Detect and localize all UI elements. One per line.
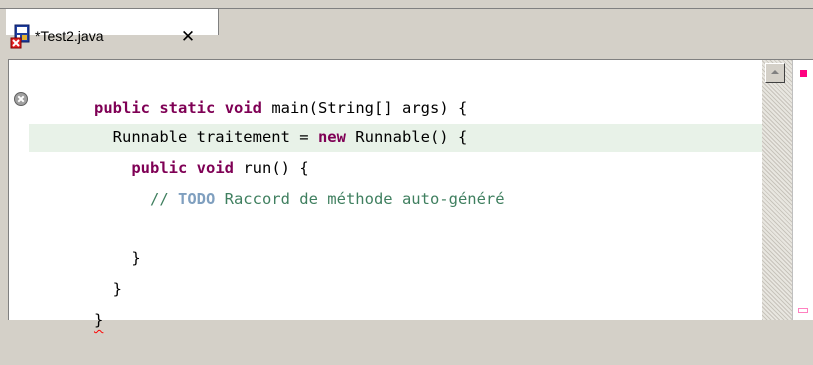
comment-text: Raccord de méthode auto-généré [215, 190, 505, 208]
close-icon[interactable]: ✕ [176, 27, 200, 47]
chevron-up-icon [771, 70, 779, 74]
keyword-new: new [317, 128, 346, 146]
code-line-7[interactable]: } [38, 244, 122, 298]
tab-title[interactable]: *Test2.java [35, 27, 103, 45]
overview-annotation-marker[interactable] [798, 308, 808, 313]
scroll-up-button[interactable] [765, 63, 785, 83]
code-text: Runnable() { [345, 128, 468, 146]
overview-ruler[interactable] [792, 60, 813, 320]
java-file-error-icon [10, 24, 30, 49]
editor-window: *Test2.java ✕ public static void main(St… [0, 0, 813, 329]
code-line-3[interactable]: public void run() { [38, 123, 308, 177]
vertical-scrollbar[interactable] [762, 60, 792, 320]
code-line-2[interactable]: Runnable traitement = new Runnable() { [38, 92, 468, 146]
error-marker-icon[interactable] [13, 91, 29, 107]
code-line-1[interactable]: public static void main(String[] args) { [38, 63, 467, 117]
comment-prefix: // [75, 190, 178, 208]
todo-tag: TODO [177, 190, 216, 208]
code-line-4[interactable]: // TODO Raccord de méthode auto-généré [38, 154, 505, 208]
code-line-6[interactable]: } [38, 213, 140, 267]
code-line-8[interactable]: } [38, 275, 103, 329]
overview-error-marker[interactable] [800, 70, 807, 77]
error-closing-brace[interactable]: } [94, 311, 103, 329]
